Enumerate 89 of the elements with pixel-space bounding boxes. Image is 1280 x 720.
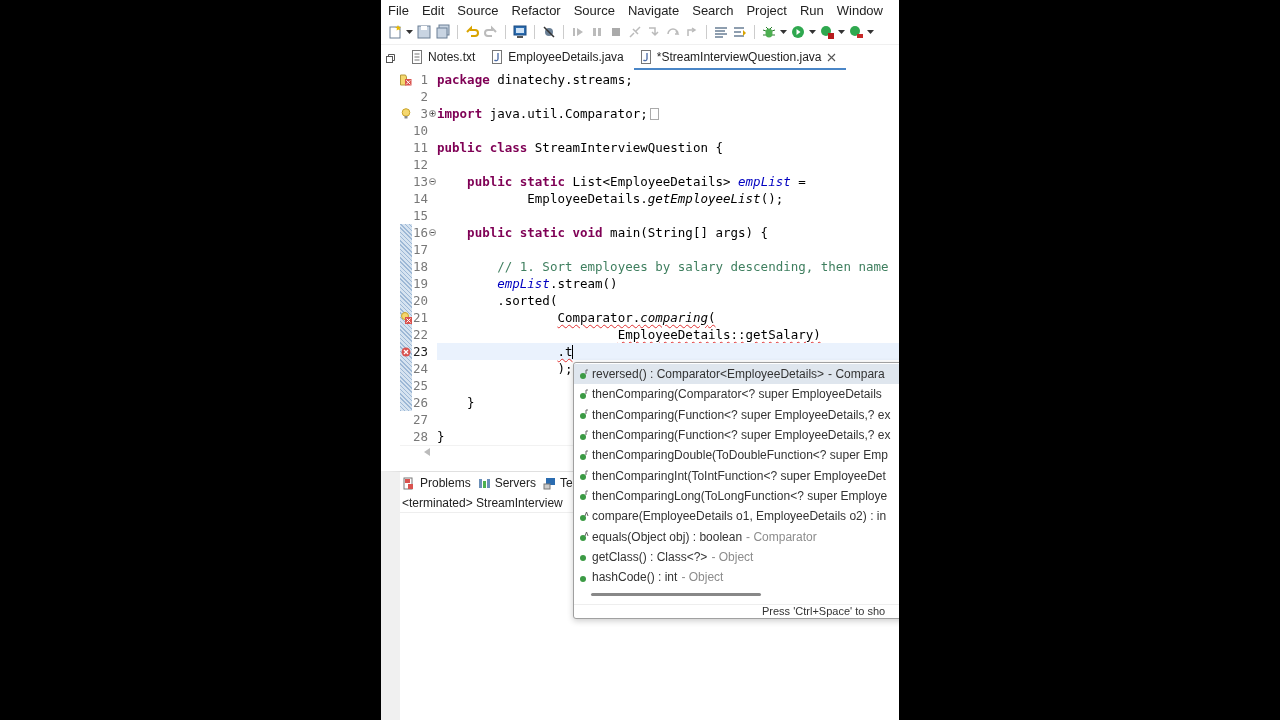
panel-tab[interactable]: Problems [403,476,471,490]
completion-item[interactable]: compare(EmployeeDetails o1, EmployeeDetails o2) : in [574,506,899,527]
code-line: // 1. Sort employees by salary descending, then name [496,259,889,274]
editor-tab[interactable]: EmployeeDetails.java [485,46,634,70]
code-line: EmployeeDetails::getSalary) [616,327,821,342]
line-number: 28 [412,429,428,444]
line-number: 12 [412,157,428,172]
filter-icon[interactable] [732,24,748,40]
scroll-left-arrow-icon[interactable] [424,448,430,456]
menu-item[interactable]: Navigate [627,2,680,18]
code-line: Comparator.comparing( [556,310,716,325]
line-number: 24 [412,361,428,376]
bug-icon[interactable] [761,24,777,40]
completion-hint: Press 'Ctrl+Space' to sho [762,605,886,618]
expand-icon[interactable] [429,110,436,117]
code-line: EmployeeDetails.getEmployeeList(); [526,191,784,206]
completion-item[interactable]: thenComparingLong(ToLongFunction<? super Employe [574,485,899,507]
completion-item[interactable]: thenComparing(Comparator<? super EmployeeDetails [574,384,899,405]
completion-item[interactable]: reversed() : Comparator<EmployeeDetails> - Compara [574,364,899,385]
line-number: 20 [412,293,428,308]
terminal-icon [543,476,557,490]
line-number: 11 [412,140,428,155]
problems-icon [403,476,416,490]
text-file-icon [411,50,423,64]
skip-breakpoints-icon[interactable] [541,24,557,40]
code-line: package dinatechy.streams; [437,72,633,87]
menu-item[interactable]: Search [692,2,734,18]
line-number: 21 [412,310,428,325]
text-cursor [572,344,574,359]
collapse-icon[interactable] [429,229,436,236]
line-number: 17 [412,242,428,257]
code-line: public static void main(String[] args) { [466,225,769,240]
panel-tab[interactable]: Servers [477,476,537,490]
editor-tab[interactable]: Notes.txt [405,46,486,70]
external-tool-icon[interactable] [848,24,864,40]
completion-item[interactable]: getClass() : Class<?> - Object [574,546,899,567]
completion-item[interactable]: thenComparingDouble(ToDoubleFunction<? super Emp [574,445,899,466]
line-number: 19 [412,276,428,291]
panel-tab[interactable]: Te [543,476,573,490]
menu-item[interactable]: Project [746,2,787,18]
code-line: empList.stream() [496,276,618,291]
servers-icon [477,476,491,490]
menu-item[interactable]: Run [799,2,824,18]
save-all-icon[interactable] [435,24,451,40]
line-number: 14 [412,191,428,206]
code-line: ); [556,361,573,376]
line-number: 16 [412,225,428,240]
completion-item[interactable]: thenComparing(Function<? super EmployeeDetails,? ex [574,424,899,446]
line-number: 18 [412,259,428,274]
code-line: public static List<EmployeeDetails> empList = [466,174,806,189]
coverage-icon[interactable] [819,24,835,40]
menu-item[interactable]: Source [457,2,499,18]
close-icon[interactable] [826,52,836,62]
collapse-icon[interactable] [429,178,436,185]
code-line: import java.util.Comparator; [437,106,648,121]
code-line: .t [556,344,573,359]
disconnect-icon[interactable] [627,24,643,40]
line-number: 27 [412,412,428,427]
java-file-icon [491,50,504,64]
menu-item[interactable]: Refactor [511,2,561,18]
menu-item[interactable]: Source [573,2,615,18]
menu-item[interactable]: Window [836,2,883,18]
line-number: 3 [419,106,428,121]
code-line: .sorted( [496,293,558,308]
restore-icon[interactable] [386,53,395,63]
folded-code-box[interactable] [649,107,659,120]
console-status: <terminated> StreamInterview [402,496,563,510]
code-line: public class StreamInterviewQuestion { [437,140,723,155]
line-number: 23 [412,344,428,359]
line-number: 15 [412,208,428,223]
monitor-icon[interactable] [512,24,528,40]
line-number: 22 [412,327,428,342]
line-number: 25 [412,378,428,393]
code-line: } [466,395,475,410]
line-number: 1 [419,72,428,87]
line-number: 10 [412,123,428,138]
line-number: 26 [412,395,428,410]
scrollbar-thumb[interactable] [591,593,761,597]
completion-item[interactable]: thenComparing(Function<? super EmployeeDetails,? ex [574,404,899,425]
line-number: 13 [412,174,428,189]
completion-item[interactable]: thenComparingInt(ToIntFunction<? super EmployeeDet [574,465,899,486]
completion-item[interactable]: equals(Object obj) : boolean - Comparator [574,526,899,547]
lines-icon[interactable] [713,24,729,40]
line-number: 2 [419,89,428,104]
java-file-icon [639,50,652,64]
menu-item[interactable]: File [388,2,409,18]
code-line: } [437,429,445,444]
menu-item[interactable]: Edit [421,2,445,18]
completion-item[interactable]: hashCode() : int - Object [574,566,899,588]
